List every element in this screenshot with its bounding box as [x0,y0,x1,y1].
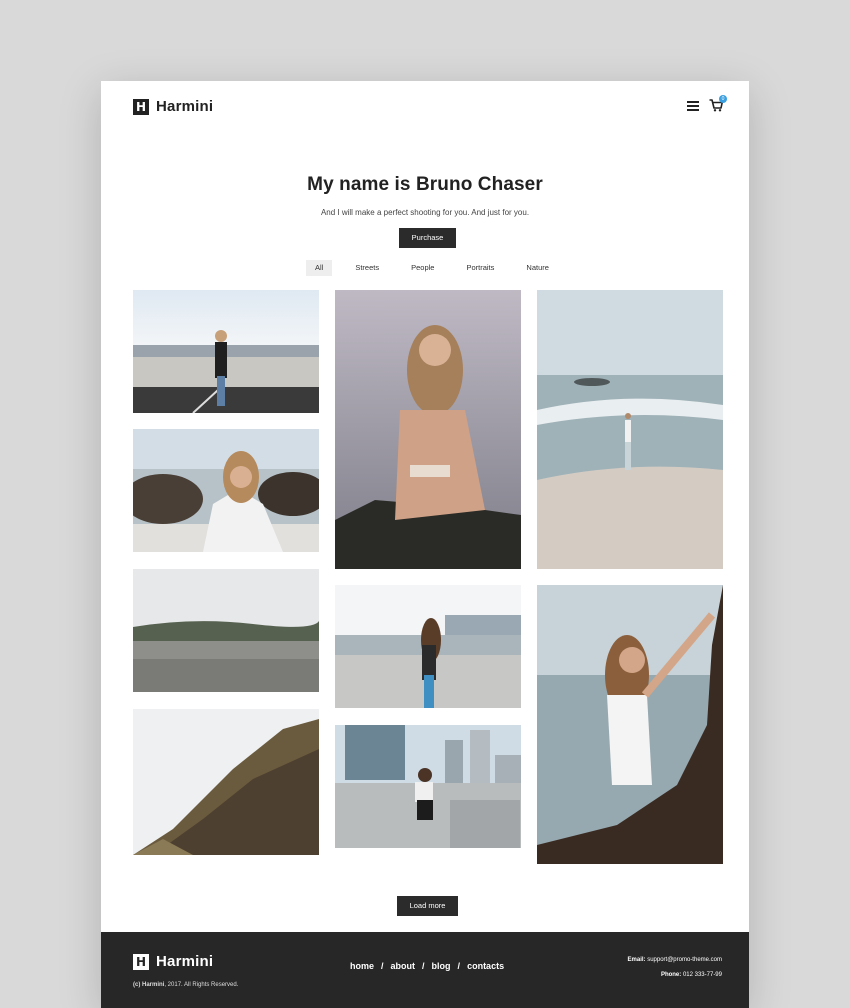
footer-logo-mark-icon: H [133,953,149,970]
email-label: Email: [627,957,646,963]
phone-value: 012 333-77-99 [682,972,722,978]
filter-all[interactable]: All [306,260,333,276]
copyright-brand: (c) Harmini [133,982,165,988]
filter-streets[interactable]: Streets [346,260,388,276]
filter-portraits[interactable]: Portraits [457,260,503,276]
gallery-photo-woman-rooftop[interactable] [335,585,521,708]
gallery-photo-misty-lake[interactable] [133,569,319,692]
footer-nav-separator: / [381,961,384,971]
footer-nav-home[interactable]: home [350,961,374,971]
footer-nav-contacts[interactable]: contacts [467,961,504,971]
footer-email: Email: support@promo-theme.com [628,953,722,968]
gallery-photo-woman-city[interactable] [335,725,521,848]
logo-text: Harmini [156,98,214,115]
footer-nav-separator: / [422,961,425,971]
hero-title: My name is Bruno Chaser [307,174,543,195]
gallery-photo-woman-crouching[interactable] [335,290,521,569]
gallery-photo-woman-beach[interactable] [537,290,723,569]
site-footer: H Harmini (c) Harmini, 2017. All Rights … [101,932,749,1008]
phone-label: Phone: [660,972,682,978]
footer-nav: home / about / blog / contacts [350,961,504,971]
copyright-rest: , 2017. All Rights Reserved. [164,982,239,988]
logo-mark-icon: H [133,98,149,115]
portfolio-filters: All Streets People Portraits Nature [306,260,572,276]
footer-nav-separator: / [457,961,461,971]
gallery-photo-woman-rocks[interactable] [133,429,319,552]
email-value[interactable]: support@promo-theme.com [647,957,722,963]
filter-nature[interactable]: Nature [517,260,558,276]
load-more-button[interactable]: Load more [397,896,458,916]
footer-logo-text: Harmini [156,953,214,970]
gallery-photo-woman-cliff[interactable] [537,585,723,864]
footer-logo[interactable]: H Harmini [133,953,213,970]
hero-section: My name is Bruno Chaser And I will make … [101,174,749,217]
shopping-cart-icon[interactable]: 0 [709,95,727,112]
footer-phone: Phone: 012 333-77-99 [628,968,722,983]
gallery-photo-woman-parking-deck[interactable] [133,290,319,413]
header-icons: 0 [687,95,727,112]
footer-contact: Email: support@promo-theme.com Phone: 01… [628,953,722,983]
footer-nav-blog[interactable]: blog [432,961,451,971]
site-header: H Harmini 0 [133,95,727,118]
site-logo[interactable]: H Harmini [133,98,213,115]
footer-nav-about[interactable]: about [391,961,416,971]
hamburger-menu-icon[interactable] [687,100,699,111]
hero-subtitle: And I will make a perfect shooting for y… [320,208,530,217]
page-frame: H Harmini 0 My name is Bruno Chaser And … [101,81,749,1008]
filter-people[interactable]: People [402,260,443,276]
purchase-button[interactable]: Purchase [399,228,456,248]
gallery-photo-foggy-forest[interactable] [133,709,319,855]
copyright-text: (c) Harmini, 2017. All Rights Reserved. [133,982,238,988]
cart-count-badge: 0 [719,95,727,103]
